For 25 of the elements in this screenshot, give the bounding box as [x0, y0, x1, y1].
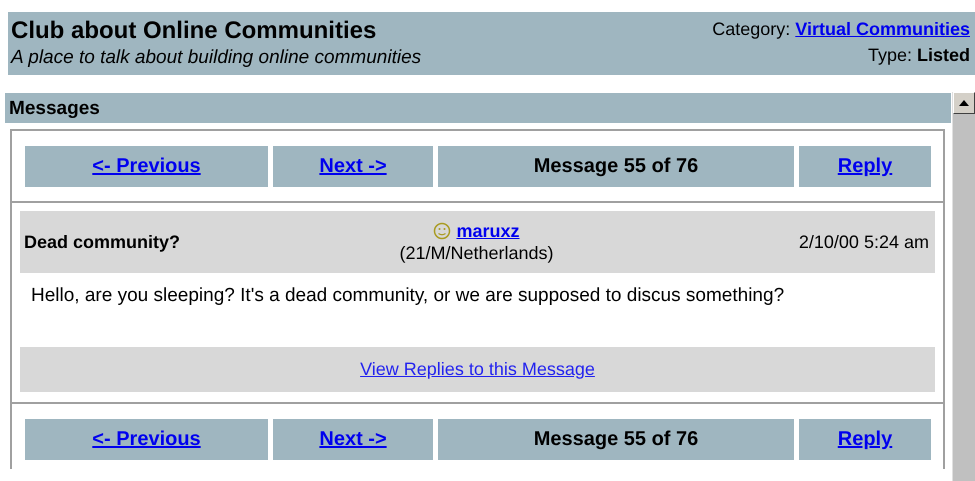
category-label: Category:	[712, 19, 790, 39]
previous-link[interactable]: <- Previous	[25, 419, 268, 460]
previous-link[interactable]: <- Previous	[25, 146, 268, 187]
message-position: Message 55 of 76	[438, 146, 794, 187]
up-arrow-icon	[959, 100, 969, 106]
scroll-up-button[interactable]	[953, 92, 975, 114]
view-replies-link[interactable]: View Replies to this Message	[360, 359, 595, 380]
club-title: Club about Online Communities	[11, 16, 378, 46]
message-date: 2/10/00 5:24 am	[798, 232, 929, 252]
type-label: Type:	[868, 45, 912, 65]
message-subject: Dead community?	[24, 232, 182, 252]
section-title: Messages	[5, 93, 951, 123]
message-body: Hello, are you sleeping? It's a dead community, or we are supposed to discus something?	[31, 285, 786, 308]
type-value: Listed	[916, 45, 970, 65]
club-subtitle: A place to talk about building online communities	[11, 46, 422, 70]
category-link[interactable]: Virtual Communities	[795, 19, 970, 39]
message-position: Message 55 of 76	[438, 419, 794, 460]
reply-link[interactable]: Reply	[799, 419, 931, 460]
scrollbar[interactable]	[952, 92, 975, 481]
smiley-icon	[433, 222, 452, 240]
reply-link[interactable]: Reply	[799, 146, 931, 187]
author-info: (21/M/Netherlands)	[399, 242, 554, 264]
author-link[interactable]: maruxz	[456, 220, 520, 242]
next-link[interactable]: Next ->	[273, 419, 433, 460]
next-link[interactable]: Next ->	[273, 146, 433, 187]
